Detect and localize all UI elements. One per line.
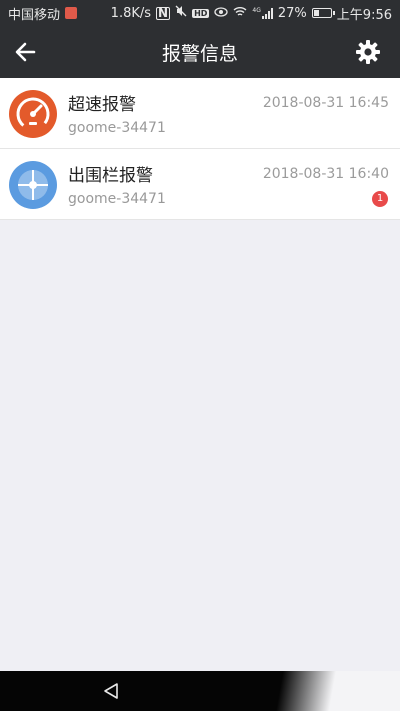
system-nav-bar bbox=[0, 671, 400, 711]
battery-icon bbox=[311, 8, 335, 18]
status-bar: 中国移动 1.8K/s N HD 4G 27% 上午9:56 bbox=[0, 0, 400, 26]
unread-badge: 1 bbox=[372, 191, 388, 207]
settings-button[interactable] bbox=[354, 38, 382, 66]
hd-icon: HD bbox=[192, 8, 210, 18]
gear-icon bbox=[356, 40, 380, 64]
nfc-icon: N bbox=[156, 5, 171, 20]
network-speed: 1.8K/s bbox=[110, 5, 152, 21]
triangle-back-icon bbox=[104, 683, 118, 699]
alarm-type: 出围栏报警 bbox=[68, 166, 153, 186]
page-title: 报警信息 bbox=[161, 42, 238, 65]
alarm-row-overspeed[interactable]: 超速报警 goome-34471 2018-08-31 16:45 bbox=[0, 78, 400, 149]
app-header: 报警信息 bbox=[0, 26, 400, 78]
carrier-label: 中国移动 bbox=[8, 7, 61, 23]
geofence-icon bbox=[8, 160, 58, 210]
alarm-type: 超速报警 bbox=[68, 95, 136, 115]
clock: 上午9:56 bbox=[336, 7, 392, 23]
speedometer-icon bbox=[8, 89, 58, 139]
mute-icon bbox=[175, 5, 187, 21]
signal-icon: 4G bbox=[252, 7, 273, 19]
nav-back-button[interactable] bbox=[101, 681, 121, 701]
nav-home-button[interactable] bbox=[190, 675, 250, 711]
back-button[interactable] bbox=[12, 38, 40, 66]
alarm-row-geofence[interactable]: 出围栏报警 goome-34471 2018-08-31 16:40 1 bbox=[0, 149, 400, 220]
alarm-time: 2018-08-31 16:40 bbox=[262, 166, 389, 182]
battery-percent: 27% bbox=[277, 5, 307, 21]
alarm-list: 超速报警 goome-34471 2018-08-31 16:45 出围栏报警 … bbox=[0, 78, 400, 220]
alarm-device: goome-34471 bbox=[68, 120, 166, 136]
eye-icon bbox=[214, 6, 229, 21]
alarm-device: goome-34471 bbox=[68, 191, 166, 207]
nav-bar-glare bbox=[230, 671, 400, 711]
arrow-left-icon bbox=[15, 42, 36, 62]
alarm-time: 2018-08-31 16:45 bbox=[262, 95, 389, 111]
location-icon bbox=[65, 7, 78, 19]
wifi-icon bbox=[233, 6, 247, 21]
network-type: 4G bbox=[252, 7, 261, 14]
